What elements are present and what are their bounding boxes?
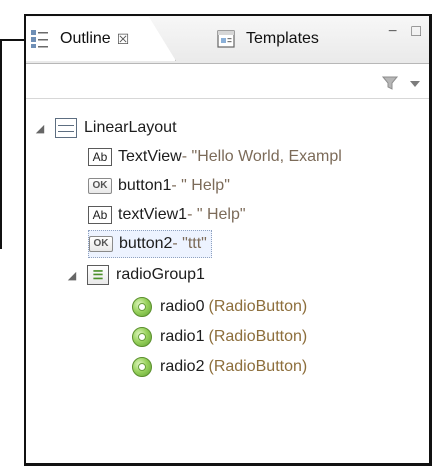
maximize-button[interactable]: □: [411, 24, 421, 40]
tab-templates[interactable]: Templates: [156, 17, 356, 61]
expand-collapse-icon[interactable]: ◢: [66, 269, 78, 282]
tree-item-radio2[interactable]: radio2 (RadioButton): [130, 353, 307, 381]
templates-icon: [212, 25, 240, 53]
outline-icon: [26, 25, 54, 53]
tree-item-label: radio1: [160, 328, 205, 345]
radio-group-icon: ☰: [86, 263, 110, 287]
tab-templates-label: Templates: [246, 30, 319, 47]
linear-layout-icon: [54, 116, 78, 140]
toolbar-icons: [381, 74, 421, 97]
tree-item-detail: - "ttt": [172, 235, 207, 252]
button-icon: OK: [88, 174, 112, 198]
radio-button-icon: [130, 355, 154, 379]
tree-item-label: button1: [118, 177, 172, 194]
tree-item-button2[interactable]: OK button2 - "ttt": [88, 230, 212, 258]
outline-toolbar: [26, 65, 429, 99]
tree-item-textview1[interactable]: Ab textView1 - " Help": [88, 201, 246, 229]
tab-outline[interactable]: Outline ☒: [26, 17, 176, 61]
outline-panel: Outline ☒ Templates − □ ◢ LinearLayout A…: [24, 14, 432, 466]
outline-tree: ◢ LinearLayout Ab TextView - "Hello Worl…: [26, 110, 429, 460]
filter-icon[interactable]: [381, 74, 399, 97]
panel-edge-marker: [0, 39, 26, 41]
close-tab-icon[interactable]: ☒: [117, 31, 130, 48]
textview-icon: Ab: [88, 203, 112, 227]
radio-button-icon: [130, 295, 154, 319]
tree-item-label: radio2: [160, 358, 205, 375]
tree-item-radio1[interactable]: radio1 (RadioButton): [130, 323, 307, 351]
outline-window: Outline ☒ Templates − □ ◢ LinearLayout A…: [0, 0, 438, 472]
tree-item-label: TextView: [118, 148, 182, 165]
tree-item-radio0[interactable]: radio0 (RadioButton): [130, 293, 307, 321]
tree-item-detail: (RadioButton): [208, 328, 308, 345]
tree-item-radiogroup1[interactable]: ◢ ☰ radioGroup1: [66, 261, 205, 289]
tree-item-label: button2: [119, 235, 173, 252]
tree-item-detail: (RadioButton): [208, 298, 308, 315]
tree-item-detail: - "Hello World, Exampl: [181, 148, 342, 165]
tree-item-button1[interactable]: OK button1 - " Help": [88, 172, 230, 200]
tree-item-detail: (RadioButton): [208, 358, 308, 375]
panel-left-edge: [0, 39, 2, 249]
view-menu-icon[interactable]: [409, 77, 421, 95]
tree-root-label: LinearLayout: [84, 119, 177, 136]
tree-item-label: textView1: [118, 206, 188, 223]
tree-item-detail: - " Help": [187, 206, 246, 223]
tree-item-label: radio0: [160, 298, 205, 315]
tree-item-label: radioGroup1: [116, 266, 205, 283]
button-icon: OK: [89, 232, 113, 256]
tab-outline-label: Outline: [60, 30, 111, 47]
tree-root-row[interactable]: ◢ LinearLayout: [34, 114, 177, 142]
tree-item-detail: - " Help": [171, 177, 230, 194]
textview-icon: Ab: [88, 145, 112, 169]
minimize-button[interactable]: −: [388, 24, 397, 40]
tab-strip: Outline ☒ Templates − □: [26, 16, 429, 64]
expand-collapse-icon[interactable]: ◢: [34, 122, 46, 135]
radio-button-icon: [130, 325, 154, 349]
tree-item-textview[interactable]: Ab TextView - "Hello World, Exampl: [88, 143, 342, 171]
window-controls: − □: [388, 24, 421, 40]
